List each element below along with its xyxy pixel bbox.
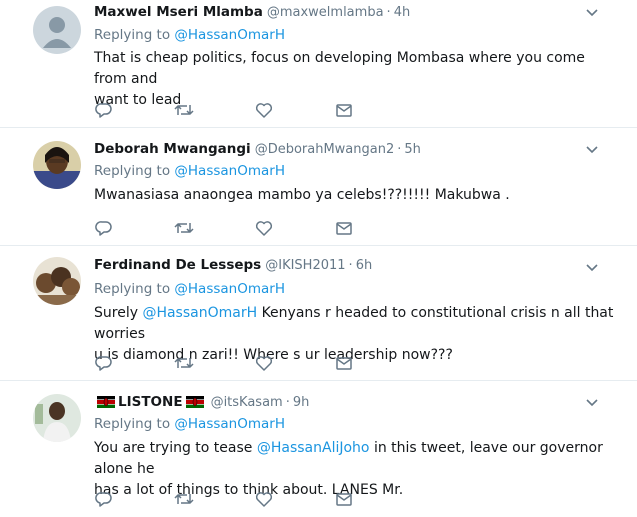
reply-button[interactable] <box>94 489 114 509</box>
retweet-button[interactable] <box>174 489 194 509</box>
tweet-actions <box>94 218 364 238</box>
reply-button[interactable] <box>94 100 114 120</box>
reply-button[interactable] <box>94 218 114 238</box>
replying-to-mention[interactable]: @HassanOmarH <box>174 416 285 432</box>
reply-icon <box>95 356 112 371</box>
display-name[interactable]: LISTONE <box>118 394 183 410</box>
direct-message-button[interactable] <box>334 489 354 509</box>
direct-message-icon <box>336 493 352 506</box>
retweet-icon <box>174 358 194 368</box>
replying-to: Replying to @HassanOmarH <box>94 416 285 432</box>
replying-to-label: Replying to <box>94 163 171 179</box>
timestamp[interactable]: 4h <box>394 5 411 20</box>
kenya-flag-icon <box>97 396 115 408</box>
retweet-icon <box>174 105 194 115</box>
tweet-header: Maxwel Mseri Mlamba @maxwelmlamba · 4h <box>94 2 410 22</box>
display-name[interactable]: Deborah Mwangangi <box>94 141 251 157</box>
direct-message-icon <box>336 357 352 370</box>
tweet-header: LISTONE @itsKasam · 9h <box>94 392 309 412</box>
reply-button[interactable] <box>94 353 114 373</box>
retweet-button[interactable] <box>174 218 194 238</box>
separator: · <box>348 257 353 273</box>
replying-to-label: Replying to <box>94 27 171 43</box>
retweet-button[interactable] <box>174 353 194 373</box>
tweet[interactable]: LISTONE @itsKasam · 9h Replying to @Hass… <box>0 381 637 517</box>
retweet-icon <box>174 223 194 233</box>
tweet-text-line: That is cheap politics, focus on develop… <box>94 50 585 87</box>
tweet-text-prefix: Surely <box>94 305 143 321</box>
like-button[interactable] <box>254 353 274 373</box>
retweet-button[interactable] <box>174 100 194 120</box>
tweet-mention[interactable]: @HassanAliJoho <box>257 440 370 456</box>
chevron-down-icon[interactable] <box>585 8 599 18</box>
tweet-header: Ferdinand De Lesseps @IKISH2011 · 6h <box>94 255 372 275</box>
timestamp[interactable]: 6h <box>356 258 373 273</box>
replying-to-label: Replying to <box>94 281 171 297</box>
replying-to: Replying to @HassanOmarH <box>94 27 285 43</box>
timestamp[interactable]: 9h <box>293 395 310 410</box>
default-egg-avatar <box>33 6 81 54</box>
tweet-text-line: You are trying to tease @HassanAliJoho i… <box>94 438 614 480</box>
tweet[interactable]: Maxwel Mseri Mlamba @maxwelmlamba · 4h R… <box>0 0 637 128</box>
like-button[interactable] <box>254 489 274 509</box>
display-name[interactable]: Maxwel Mseri Mlamba <box>94 4 263 20</box>
avatar[interactable] <box>33 6 81 54</box>
avatar[interactable] <box>33 141 81 189</box>
direct-message-button[interactable] <box>334 353 354 373</box>
replying-to-mention[interactable]: @HassanOmarH <box>174 163 285 179</box>
chevron-down-icon[interactable] <box>585 263 599 273</box>
user-handle[interactable]: @itsKasam <box>211 395 283 410</box>
photo-avatar <box>33 257 81 305</box>
tweet-actions <box>94 489 364 509</box>
replying-to-mention[interactable]: @HassanOmarH <box>174 281 285 297</box>
like-button[interactable] <box>254 218 274 238</box>
separator: · <box>386 4 391 20</box>
tweet-text-line: Surely @HassanOmarH Kenyans r headed to … <box>94 303 614 345</box>
user-handle[interactable]: @DeborahMwangan2 <box>255 142 395 157</box>
separator: · <box>285 394 290 410</box>
tweet[interactable]: Ferdinand De Lesseps @IKISH2011 · 6h Rep… <box>0 246 637 381</box>
timestamp[interactable]: 5h <box>404 142 421 157</box>
tweet-actions <box>94 100 364 120</box>
avatar[interactable] <box>33 257 81 305</box>
reply-icon <box>95 221 112 236</box>
chevron-down-icon[interactable] <box>585 145 599 155</box>
separator: · <box>397 141 402 157</box>
direct-message-button[interactable] <box>334 218 354 238</box>
replying-to-label: Replying to <box>94 416 171 432</box>
tweet[interactable]: Deborah Mwangangi @DeborahMwangan2 · 5h … <box>0 128 637 246</box>
like-icon <box>255 492 273 507</box>
tweet-actions <box>94 353 364 373</box>
tweet-header: Deborah Mwangangi @DeborahMwangan2 · 5h <box>94 139 421 159</box>
like-button[interactable] <box>254 100 274 120</box>
like-icon <box>255 221 273 236</box>
replying-to: Replying to @HassanOmarH <box>94 163 285 179</box>
display-name[interactable]: Ferdinand De Lesseps <box>94 257 261 273</box>
replying-to-mention[interactable]: @HassanOmarH <box>174 27 285 43</box>
reply-icon <box>95 492 112 507</box>
reply-feed: Maxwel Mseri Mlamba @maxwelmlamba · 4h R… <box>0 0 637 517</box>
direct-message-icon <box>336 104 352 117</box>
user-handle[interactable]: @maxwelmlamba <box>267 5 384 20</box>
tweet-text: Mwanasiasa anaongea mambo ya celebs!??!!… <box>94 185 614 206</box>
avatar[interactable] <box>33 394 81 442</box>
tweet-text-prefix: You are trying to tease <box>94 440 257 456</box>
photo-avatar <box>33 141 81 189</box>
like-icon <box>255 356 273 371</box>
photo-avatar <box>33 394 81 442</box>
direct-message-button[interactable] <box>334 100 354 120</box>
tweet-mention[interactable]: @HassanOmarH <box>142 305 257 321</box>
like-icon <box>255 103 273 118</box>
tweet-text-line: Mwanasiasa anaongea mambo ya celebs!??!!… <box>94 187 510 203</box>
user-handle[interactable]: @IKISH2011 <box>265 258 345 273</box>
direct-message-icon <box>336 222 352 235</box>
kenya-flag-icon <box>185 396 204 408</box>
retweet-icon <box>174 494 194 504</box>
reply-icon <box>95 103 112 118</box>
replying-to: Replying to @HassanOmarH <box>94 281 285 297</box>
chevron-down-icon[interactable] <box>585 398 599 408</box>
